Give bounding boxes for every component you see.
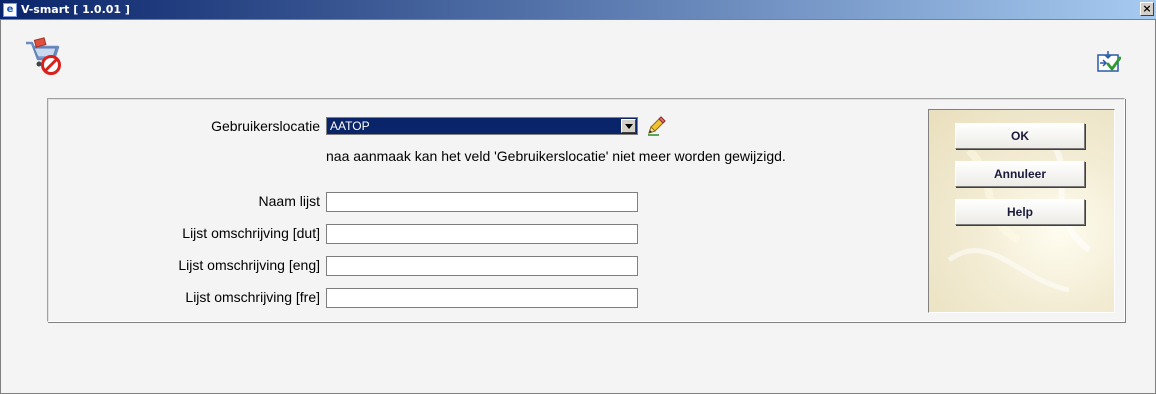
cancel-button[interactable]: Annuleer [955, 161, 1085, 187]
accept-arrow-icon[interactable] [1097, 50, 1121, 74]
chevron-down-icon[interactable] [621, 119, 636, 133]
description-dut-label: Lijst omschrijving [dut] [182, 225, 320, 241]
description-fre-label: Lijst omschrijving [fre] [185, 289, 320, 305]
location-selected-value: AATOP [330, 119, 370, 133]
list-name-input[interactable] [326, 192, 638, 212]
help-button[interactable]: Help [955, 199, 1085, 225]
cart-delete-icon[interactable] [22, 35, 62, 77]
title-bar: e V-smart [ 1.0.01 ] × [0, 0, 1156, 19]
description-eng-label: Lijst omschrijving [eng] [178, 257, 320, 273]
close-button[interactable]: × [1140, 2, 1154, 16]
description-dut-input[interactable] [326, 224, 638, 244]
list-name-label: Naam lijst [258, 193, 320, 209]
location-label: Gebruikerslocatie [211, 118, 320, 134]
description-fre-input[interactable] [326, 288, 638, 308]
window-title: V-smart [ 1.0.01 ] [21, 3, 130, 16]
button-panel: OK Annuleer Help [928, 109, 1115, 313]
ie-app-icon: e [3, 2, 17, 17]
pencil-icon[interactable] [645, 115, 667, 137]
location-select[interactable]: AATOP [326, 117, 638, 135]
description-eng-input[interactable] [326, 256, 638, 276]
location-hint-text: naa aanmaak kan het veld 'Gebruikersloca… [326, 148, 786, 164]
ok-button[interactable]: OK [955, 123, 1085, 149]
